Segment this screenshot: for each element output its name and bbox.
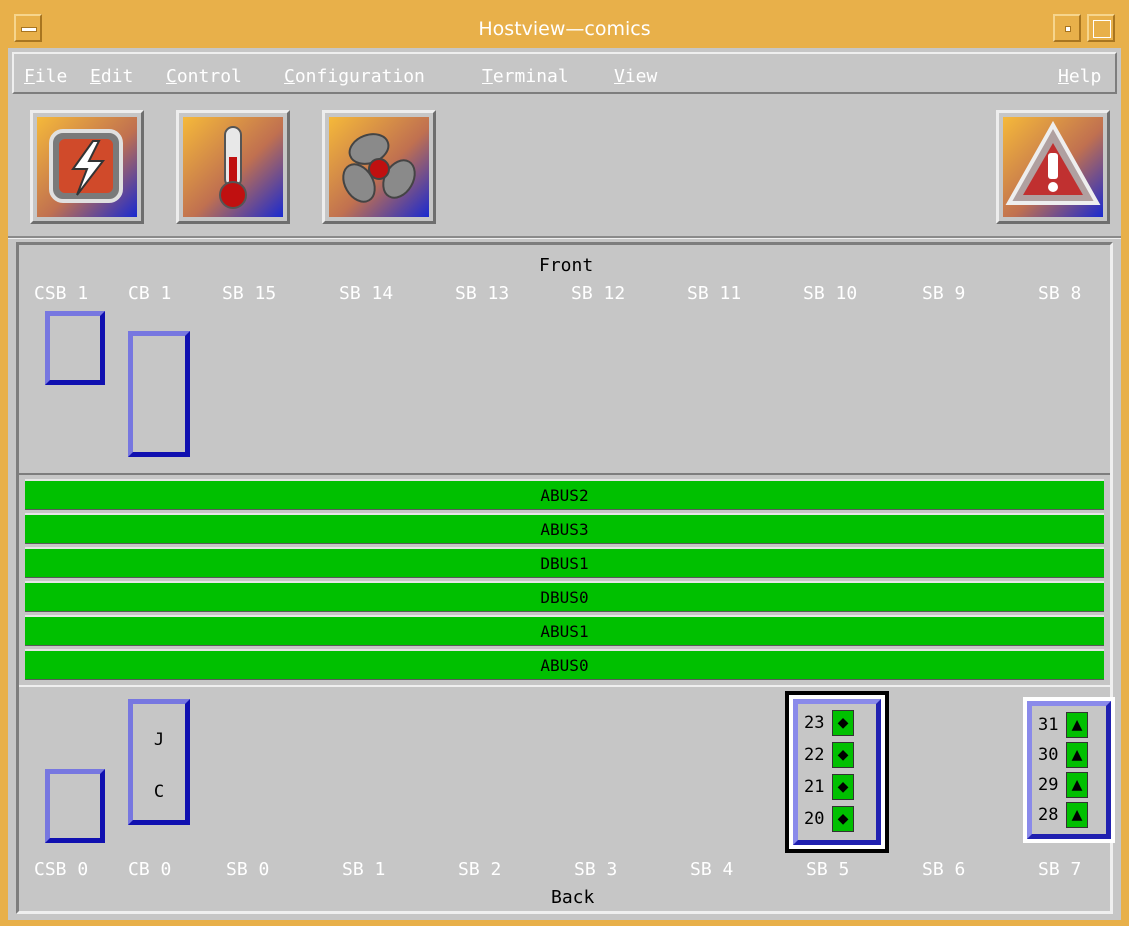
cpu-number: 20 (804, 809, 825, 829)
slot-label-sb8: SB 8 (1038, 283, 1082, 304)
menu-view[interactable]: View (614, 66, 657, 87)
cpu-status-diamond-icon: ◆ (832, 710, 854, 736)
slot-label-csb1: CSB 1 (34, 283, 89, 304)
warning-icon (1003, 117, 1103, 217)
bus-abus1[interactable]: ABUS1 (25, 615, 1104, 646)
fan-status-button[interactable] (322, 110, 436, 224)
board-csb1[interactable] (45, 311, 105, 385)
menu-configuration-mnemonic: C (284, 66, 295, 87)
cpu-number: 31 (1038, 715, 1059, 735)
board-sb7[interactable]: 31 ▲ 30 ▲ 29 ▲ 28 ▲ (1023, 697, 1115, 843)
menu-help-mnemonic: H (1058, 66, 1069, 87)
cpu-number: 22 (804, 745, 825, 765)
sb5-face: 23 ◆ 22 ◆ 21 ◆ 20 ◆ (793, 699, 881, 845)
cb0-letter-c: C (153, 782, 165, 802)
menu-bar: File Edit Control Configuration Terminal… (12, 52, 1117, 94)
slot-label-cb0: CB 0 (128, 859, 172, 880)
toolbar-separator (8, 236, 1121, 239)
power-status-button[interactable] (30, 110, 144, 224)
board-csb0[interactable] (45, 769, 105, 843)
slot-label-sb14: SB 14 (339, 283, 394, 304)
bus-dbus1[interactable]: DBUS1 (25, 547, 1104, 578)
minimize-button[interactable] (1053, 14, 1081, 42)
slot-label-sb7: SB 7 (1038, 859, 1082, 880)
menu-file-mnemonic: F (24, 66, 35, 87)
bus-abus2[interactable]: ABUS2 (25, 479, 1104, 510)
menu-edit-mnemonic: E (90, 66, 101, 87)
menu-control-rest: ontrol (176, 66, 242, 87)
slot-label-sb3: SB 3 (574, 859, 618, 880)
cpu-status-triangle-icon: ▲ (1066, 802, 1088, 828)
menu-view-mnemonic: V (614, 66, 625, 87)
slot-label-sb0: SB 0 (226, 859, 270, 880)
fan-icon (329, 117, 429, 217)
board-sb5[interactable]: 23 ◆ 22 ◆ 21 ◆ 20 ◆ (785, 691, 889, 853)
title-bar[interactable]: Hostview—comics (8, 8, 1121, 48)
front-label: Front (539, 255, 594, 276)
slot-label-sb6: SB 6 (922, 859, 966, 880)
menu-file[interactable]: File (24, 66, 67, 87)
cpu-status-triangle-icon: ▲ (1066, 712, 1088, 738)
board-cb1[interactable] (128, 331, 190, 457)
slot-label-sb9: SB 9 (922, 283, 966, 304)
window-title: Hostview—comics (478, 18, 651, 40)
slot-label-sb13: SB 13 (455, 283, 510, 304)
cpu-status-triangle-icon: ▲ (1066, 772, 1088, 798)
cpu-number: 28 (1038, 805, 1059, 825)
menu-control[interactable]: Control (166, 66, 242, 87)
cpu-status-triangle-icon: ▲ (1066, 742, 1088, 768)
slot-label-sb2: SB 2 (458, 859, 502, 880)
cb0-letter-j: J (153, 730, 165, 750)
menu-control-mnemonic: C (166, 66, 177, 87)
menu-edit-rest: dit (100, 66, 134, 87)
slot-label-sb1: SB 1 (342, 859, 386, 880)
cpu-number: 21 (804, 777, 825, 797)
slot-label-sb4: SB 4 (690, 859, 734, 880)
client-area: File Edit Control Configuration Terminal… (8, 48, 1121, 920)
menu-terminal[interactable]: Terminal (482, 66, 569, 87)
temperature-status-button[interactable] (176, 110, 290, 224)
slot-label-sb12: SB 12 (571, 283, 626, 304)
cpu-status-diamond-icon: ◆ (832, 774, 854, 800)
back-label: Back (551, 887, 595, 908)
menu-file-rest: ile (34, 66, 68, 87)
bus-dbus0[interactable]: DBUS0 (25, 581, 1104, 612)
bus-abus3[interactable]: ABUS3 (25, 513, 1104, 544)
menu-edit[interactable]: Edit (90, 66, 133, 87)
thermometer-icon (183, 117, 283, 217)
cpu-number: 30 (1038, 745, 1059, 765)
sb7-face: 31 ▲ 30 ▲ 29 ▲ 28 ▲ (1027, 701, 1111, 839)
menu-help[interactable]: Help (1058, 66, 1101, 87)
menu-terminal-mnemonic: T (482, 66, 493, 87)
maximize-button[interactable] (1087, 14, 1115, 42)
menu-configuration-rest: onfiguration (294, 66, 425, 87)
slot-label-sb5: SB 5 (806, 859, 850, 880)
chassis-panel: Front CSB 1 CB 1 SB 15 SB 14 SB 13 SB 12… (16, 242, 1115, 914)
menu-view-rest: iew (624, 66, 658, 87)
slot-label-sb15: SB 15 (222, 283, 277, 304)
cpu-status-diamond-icon: ◆ (832, 806, 854, 832)
slot-label-csb0: CSB 0 (34, 859, 89, 880)
hostview-window: Hostview—comics File Edit Control Config… (0, 0, 1129, 926)
slot-label-sb11: SB 11 (687, 283, 742, 304)
slot-label-sb10: SB 10 (803, 283, 858, 304)
bus-area: ABUS2 ABUS3 DBUS1 DBUS0 ABUS1 ABUS0 (19, 473, 1110, 687)
board-cb0[interactable]: J C (128, 699, 190, 825)
menu-help-rest: elp (1068, 66, 1102, 87)
slot-label-cb1: CB 1 (128, 283, 172, 304)
cpu-status-diamond-icon: ◆ (832, 742, 854, 768)
cpu-number: 29 (1038, 775, 1059, 795)
alarm-status-button[interactable] (996, 110, 1110, 224)
menu-terminal-rest: erminal (492, 66, 569, 87)
power-icon (37, 117, 137, 217)
menu-configuration[interactable]: Configuration (284, 66, 425, 87)
bus-abus0[interactable]: ABUS0 (25, 649, 1104, 680)
cpu-number: 23 (804, 713, 825, 733)
